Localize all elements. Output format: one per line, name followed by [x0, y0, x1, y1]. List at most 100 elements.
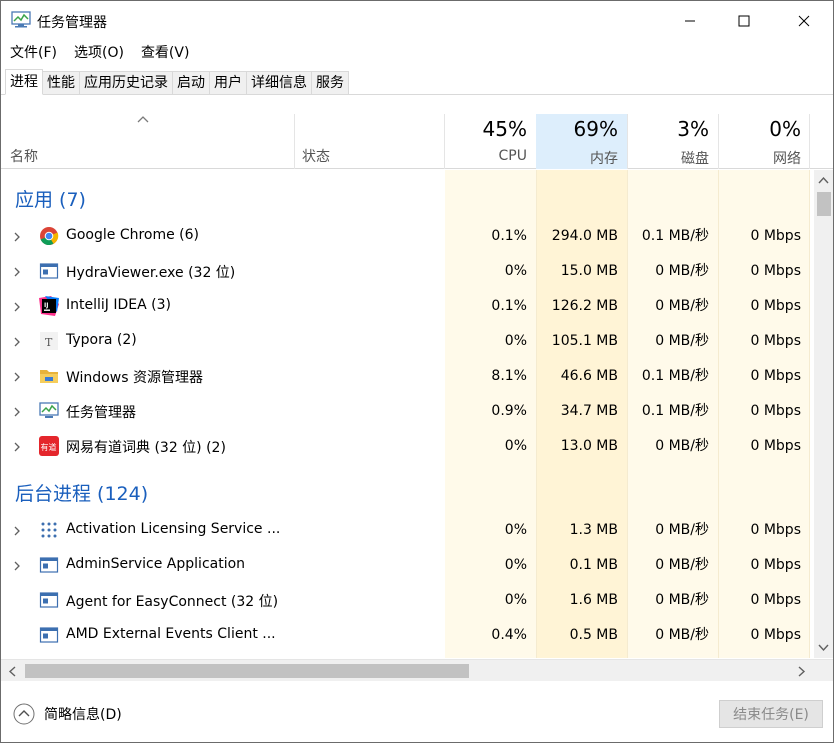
expand-chevron-icon[interactable]	[11, 441, 23, 453]
process-row[interactable]: IJ IntelliJ IDEA (3) 0.1% 126.2 MB 0 MB/秒 0 M…	[1, 289, 811, 324]
header-name[interactable]: 名称	[10, 146, 38, 166]
group-background-header[interactable]: 后台进程 (124)	[15, 479, 148, 506]
process-disk: 0 MB/秒	[655, 627, 709, 643]
column-header: 名称 状态 45% CPU 69% 内存 3% 磁盘 0% 网络	[1, 96, 833, 169]
process-name: Agent for EasyConnect (32 位)	[66, 594, 279, 610]
header-memory[interactable]: 69% 内存	[536, 114, 627, 169]
process-memory: 34.7 MB	[560, 403, 618, 419]
fewer-details-toggle[interactable]: 简略信息(D)	[13, 703, 122, 725]
process-network: 0 Mbps	[750, 403, 801, 419]
title-bar[interactable]: 任务管理器	[1, 1, 833, 41]
disk-total: 3%	[677, 117, 709, 141]
expand-chevron-icon[interactable]	[11, 525, 23, 537]
tab-bar: 进程 性能 应用历史记录 启动 用户 详细信息 服务	[1, 69, 833, 95]
process-disk: 0 MB/秒	[655, 592, 709, 608]
expand-chevron-icon[interactable]	[11, 371, 23, 383]
close-button[interactable]	[781, 1, 827, 41]
process-cpu: 0.1%	[491, 298, 527, 314]
horizontal-scroll-thumb[interactable]	[25, 664, 469, 678]
tab-processes[interactable]: 进程	[5, 69, 43, 95]
menu-file[interactable]: 文件(F)	[1, 41, 65, 65]
task-manager-icon	[11, 11, 31, 28]
network-total: 0%	[769, 117, 801, 141]
process-row[interactable]: Agent for EasyConnect (32 位) 0% 1.6 MB 0 MB…	[1, 583, 811, 618]
scroll-down-icon[interactable]	[818, 644, 829, 652]
process-row[interactable]: Activation Licensing Service ... 0% 1.3 MB…	[1, 513, 811, 548]
tab-startup[interactable]: 启动	[173, 71, 210, 95]
minimize-button[interactable]	[667, 1, 713, 41]
svg-text:有道: 有道	[41, 442, 57, 452]
process-name: AdminService Application	[66, 556, 246, 572]
scroll-left-icon[interactable]	[8, 666, 16, 677]
expand-chevron-icon[interactable]	[11, 560, 23, 572]
process-memory: 0.5 MB	[569, 627, 618, 643]
end-task-button[interactable]: 结束任务(E)	[719, 700, 823, 728]
tab-details[interactable]: 详细信息	[247, 71, 312, 95]
group-apps-header[interactable]: 应用 (7)	[15, 185, 86, 212]
chrome-icon	[39, 226, 59, 246]
menu-view[interactable]: 查看(V)	[132, 41, 198, 65]
process-name: 任务管理器	[66, 405, 136, 421]
header-status[interactable]: 状态	[302, 146, 330, 166]
process-network: 0 Mbps	[750, 438, 801, 454]
process-row[interactable]: Windows 资源管理器 8.1% 46.6 MB 0.1 MB/秒 0 Mbps	[1, 359, 811, 394]
menu-options[interactable]: 选项(O)	[65, 41, 132, 65]
process-disk: 0 MB/秒	[655, 333, 709, 349]
expand-chevron-icon[interactable]	[11, 336, 23, 348]
process-name: Typora (2)	[66, 332, 137, 348]
process-disk: 0.1 MB/秒	[641, 228, 709, 244]
process-cpu: 8.1%	[491, 368, 527, 384]
process-disk: 0 MB/秒	[655, 263, 709, 279]
header-disk[interactable]: 3% 磁盘	[627, 114, 718, 169]
vertical-scroll-thumb[interactable]	[817, 192, 831, 216]
maximize-button[interactable]	[721, 1, 767, 41]
expand-chevron-icon[interactable]	[11, 301, 23, 313]
window-title: 任务管理器	[37, 15, 107, 31]
tab-users[interactable]: 用户	[210, 71, 247, 95]
process-row[interactable]: 任务管理器 0.9% 34.7 MB 0.1 MB/秒 0 Mbps	[1, 394, 811, 429]
dots-grid-icon	[39, 520, 59, 540]
process-disk: 0 MB/秒	[655, 557, 709, 573]
memory-total: 69%	[573, 117, 618, 141]
process-cpu: 0%	[504, 438, 527, 454]
tab-services[interactable]: 服务	[312, 71, 349, 95]
task-manager-window: 任务管理器 文件(F) 选项(O) 查看(V) 进程 性能 应用历史记录 启动 …	[0, 0, 834, 743]
window-app-icon	[39, 555, 59, 575]
header-network[interactable]: 0% 网络	[718, 114, 810, 169]
process-row[interactable]: T Typora (2) 0% 105.1 MB 0 MB/秒 0 Mbps	[1, 324, 811, 359]
chevron-up-circle-icon	[13, 703, 35, 725]
process-disk: 0 MB/秒	[655, 438, 709, 454]
expand-chevron-icon[interactable]	[11, 231, 23, 243]
process-name: IntelliJ IDEA (3)	[66, 297, 171, 313]
window-app-icon	[39, 261, 59, 281]
process-network: 0 Mbps	[750, 557, 801, 573]
svg-text:IJ: IJ	[44, 302, 48, 309]
scroll-up-icon[interactable]	[818, 176, 829, 184]
typora-icon: T	[39, 331, 59, 351]
footer-bar: 简略信息(D) 结束任务(E)	[1, 682, 833, 742]
process-memory: 1.3 MB	[569, 522, 618, 538]
process-cpu: 0%	[504, 333, 527, 349]
expand-chevron-icon[interactable]	[11, 266, 23, 278]
process-network: 0 Mbps	[750, 263, 801, 279]
menu-bar: 文件(F) 选项(O) 查看(V)	[1, 41, 197, 65]
horizontal-scrollbar[interactable]	[1, 659, 833, 681]
sort-ascending-icon[interactable]	[136, 114, 150, 124]
process-network: 0 Mbps	[750, 592, 801, 608]
process-row[interactable]: 有道 网易有道词典 (32 位) (2) 0% 13.0 MB 0 MB/秒 0 Mbps	[1, 429, 811, 464]
header-cpu[interactable]: 45% CPU	[445, 114, 536, 169]
minimize-icon	[685, 20, 695, 22]
vertical-scrollbar[interactable]	[814, 170, 833, 658]
folder-icon	[39, 366, 59, 386]
tab-app-history[interactable]: 应用历史记录	[80, 71, 173, 95]
process-row[interactable]: Google Chrome (6) 0.1% 294.0 MB 0.1 MB/秒 0 M…	[1, 219, 811, 254]
process-row[interactable]: AMD External Events Client ... 0.4% 0.5 MB…	[1, 618, 811, 653]
tab-performance[interactable]: 性能	[43, 71, 80, 95]
window-app-icon	[39, 625, 59, 645]
process-name: 网易有道词典 (32 位) (2)	[66, 440, 226, 456]
expand-chevron-icon[interactable]	[11, 406, 23, 418]
process-memory: 0.1 MB	[569, 557, 618, 573]
scroll-right-icon[interactable]	[798, 666, 806, 677]
process-row[interactable]: HydraViewer.exe (32 位) 0% 15.0 MB 0 MB/秒 0 M…	[1, 254, 811, 289]
process-row[interactable]: AdminService Application 0% 0.1 MB 0 MB/秒 0 …	[1, 548, 811, 583]
